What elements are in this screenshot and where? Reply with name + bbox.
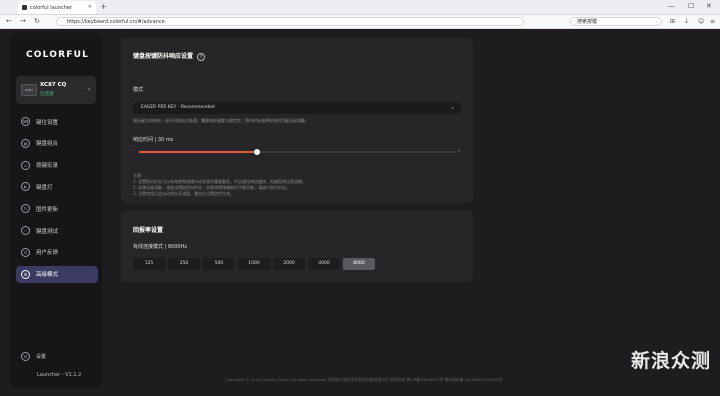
sidebar-item-icon: ⌂: [21, 160, 30, 170]
url-input[interactable]: https://keyboard.colorful.cn/#/advance: [56, 17, 524, 26]
sidebar-item-label: 按键宏录: [36, 163, 59, 170]
copyright-footer: Copyright © 2016 Colorful CoLtd. All rig…: [226, 377, 503, 382]
chevron-down-icon: ⌄: [449, 104, 455, 111]
downloads-icon[interactable]: ↓: [684, 18, 689, 25]
browser-tab[interactable]: colorful launcher ✕: [18, 1, 96, 14]
chevron-down-icon[interactable]: ⌄: [86, 84, 92, 92]
slider-handle[interactable]: [253, 148, 260, 155]
sidebar-item-label: 键位设置: [36, 119, 59, 126]
device-name: XC87 CQ: [40, 82, 67, 88]
sidebar-item-icon: ◐: [21, 182, 30, 192]
debounce-settings-card: 键盘按键防抖响应设置? 模式 EAGER PER KEY - Recommend…: [121, 38, 473, 203]
help-icon[interactable]: ?: [197, 52, 206, 61]
polling-rate-option[interactable]: 125: [133, 258, 165, 270]
mode-select[interactable]: EAGER PER KEY - Recommended ⌄: [133, 102, 461, 114]
sidebar-item-label: 用户反馈: [36, 250, 59, 257]
mode-select-value: EAGER PER KEY - Recommended: [141, 105, 215, 110]
extensions-icon[interactable]: ⊞: [670, 18, 675, 25]
sidebar-item-label: 固件更新: [36, 206, 59, 213]
slider-max-icon: +: [457, 148, 462, 154]
polling-rate-option[interactable]: 1000: [238, 258, 270, 270]
polling-rate-card: 回报率设置 有线连接模式 | 8000Hz 125 250 500 1000 2000 4…: [121, 210, 473, 282]
menu-icon[interactable]: ≡: [710, 18, 715, 25]
polling-rate-option[interactable]: 4000: [308, 258, 340, 270]
address-bar: ← → ↻ https://keyboard.colorful.cn/#/adv…: [0, 15, 720, 29]
debounce-card-title: 键盘按键防抖响应设置?: [133, 51, 206, 61]
close-window-icon[interactable]: ✕: [706, 2, 712, 10]
note-line: 3. 设置完成后会自动保存至键盘，重启后设置依然生效。: [133, 191, 235, 196]
sidebar-item-icon: ⌨: [21, 117, 30, 126]
tab-favicon-icon: [22, 5, 27, 10]
forward-icon[interactable]: →: [20, 17, 26, 25]
sidebar-item[interactable]: ⌨ 键位设置: [16, 113, 98, 130]
sidebar-item-icon: ▦: [21, 138, 30, 148]
sidebar-item-label: 高级模式: [36, 272, 59, 279]
sidebar-item-icon: ✉: [21, 247, 30, 257]
sidebar-item[interactable]: ⚙ 高级模式: [16, 265, 98, 283]
sidebar-item[interactable]: ◐ 键盘灯: [16, 178, 98, 195]
browser-tabbar: colorful launcher ✕ + — ☐ ✕: [0, 0, 720, 15]
mode-label: 模式: [133, 87, 144, 93]
mode-description: 按压键立刻响应，松开时再去抖处理，兼顾响应速度与稳定性；防抖时长选择较短时可能出…: [133, 118, 309, 123]
sidebar: COLORFUL XC87 XC87 CQ 已连接 ⌄ ⌨ 键位设置 ▦ 键盘组合 ⌂ 按…: [10, 33, 102, 388]
sidebar-item-icon: ↻: [21, 204, 30, 214]
brand-logo: COLORFUL: [26, 50, 90, 60]
watermark-logo: 新浪众测: [631, 350, 712, 372]
sidebar-item-icon: ✓: [21, 226, 30, 235]
app-version: Launcher - V1.1.2: [37, 372, 82, 378]
reload-icon[interactable]: ↻: [34, 17, 40, 25]
response-time-label: 响应时间 | 30 ms: [133, 137, 174, 143]
connection-mode-label: 有线连接模式 | 8000Hz: [133, 244, 187, 250]
settings-button[interactable]: ⚙ 设置: [21, 352, 46, 361]
sidebar-item[interactable]: ↻ 固件更新: [16, 200, 98, 217]
polling-rate-option[interactable]: 500: [203, 258, 235, 270]
gear-icon: ⚙: [21, 352, 30, 361]
sidebar-item-label: 键盘灯: [36, 184, 53, 191]
slider-min-icon: -: [133, 148, 135, 154]
response-time-slider[interactable]: [139, 148, 457, 155]
sidebar-item[interactable]: ▦ 键盘组合: [16, 135, 98, 152]
polling-rate-option[interactable]: 2000: [273, 258, 305, 270]
sidebar-item-icon: ⚙: [21, 269, 30, 279]
polling-rate-option[interactable]: 250: [168, 258, 200, 270]
minimize-icon[interactable]: —: [668, 2, 675, 10]
app-window: COLORFUL XC87 XC87 CQ 已连接 ⌄ ⌨ 键位设置 ▦ 键盘组合 ⌂ 按…: [0, 29, 720, 396]
sidebar-item-label: 键盘组合: [36, 141, 59, 148]
sidebar-item[interactable]: ✓ 键盘测试: [16, 222, 98, 239]
tab-title: colorful launcher: [30, 4, 73, 11]
device-status: 已连接: [40, 92, 54, 97]
sidebar-item-label: 键盘测试: [36, 228, 59, 235]
settings-label: 设置: [36, 354, 47, 360]
device-selector[interactable]: XC87 XC87 CQ 已连接 ⌄: [16, 76, 96, 104]
polling-card-title: 回报率设置: [133, 227, 164, 234]
new-tab-icon[interactable]: +: [100, 2, 107, 11]
sidebar-item[interactable]: ⌂ 按键宏录: [16, 157, 98, 174]
browser-search-input[interactable]: 搜索按键: [570, 17, 662, 26]
keyboard-thumbnail: XC87: [21, 84, 37, 96]
profile-icon[interactable]: ☺: [698, 18, 704, 25]
close-tab-icon[interactable]: ✕: [88, 4, 92, 10]
maximize-icon[interactable]: ☐: [688, 2, 694, 10]
sidebar-item[interactable]: ✉ 用户反馈: [16, 244, 98, 261]
back-icon[interactable]: ←: [6, 17, 12, 25]
polling-rate-option[interactable]: 8000: [343, 258, 375, 270]
polling-rate-options: 125 250 500 1000 2000 4000 8000: [133, 258, 375, 270]
slider-fill: [139, 151, 257, 153]
